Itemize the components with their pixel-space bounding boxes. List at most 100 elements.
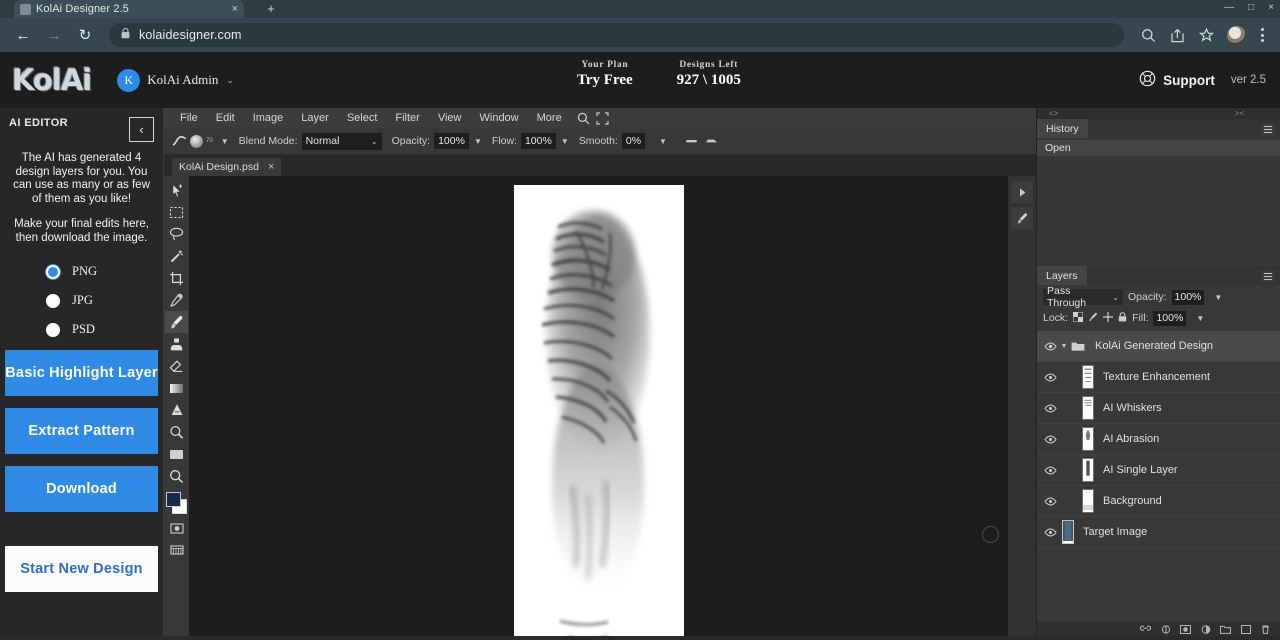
menu-select[interactable]: Select	[338, 108, 387, 128]
layer-opacity-input[interactable]: 100%	[1172, 290, 1205, 305]
lasso-tool[interactable]	[165, 223, 188, 245]
opacity-input[interactable]: 100%	[434, 133, 469, 149]
table-row[interactable]: AI Whiskers	[1037, 393, 1280, 424]
table-row[interactable]: ▼ KolAi Generated Design	[1037, 331, 1280, 362]
menu-image[interactable]: Image	[244, 108, 293, 128]
eye-icon[interactable]	[1043, 435, 1058, 444]
radio-jpg[interactable]	[46, 294, 60, 308]
layer-mask-icon[interactable]	[1180, 625, 1191, 634]
lock-position-icon[interactable]	[1103, 309, 1113, 327]
search-icon[interactable]	[1141, 28, 1156, 43]
close-icon[interactable]: ×	[268, 161, 274, 173]
panel-menu-icon[interactable]	[1262, 269, 1274, 287]
layer-style-icon[interactable]	[1160, 625, 1171, 634]
eraser-tool[interactable]	[165, 355, 188, 377]
gradient-tool[interactable]	[165, 377, 188, 399]
chevron-down-icon[interactable]: ⌄	[226, 75, 234, 86]
smooth-caret-icon[interactable]: ▼	[659, 137, 667, 146]
tab-layers[interactable]: Layers	[1037, 266, 1087, 285]
browser-tab[interactable]: KolAi Designer 2.5 ×	[14, 0, 244, 18]
fill-input[interactable]: 100%	[1153, 311, 1186, 326]
menu-layer[interactable]: Layer	[292, 108, 338, 128]
eye-icon[interactable]	[1043, 404, 1058, 413]
delete-layer-icon[interactable]	[1260, 625, 1271, 634]
radio-psd[interactable]	[46, 323, 60, 337]
layer-blend-mode-select[interactable]: Pass Through ⌄	[1043, 289, 1123, 305]
new-tab-button[interactable]: +	[258, 1, 284, 18]
canvas-area[interactable]	[189, 176, 1008, 636]
eyedropper-tool[interactable]	[165, 289, 188, 311]
screen-mode-tool[interactable]	[165, 539, 188, 561]
eye-icon[interactable]	[1043, 342, 1058, 351]
quick-mask-tool[interactable]	[165, 517, 188, 539]
basic-highlight-layer-button[interactable]: Basic Highlight Layer	[5, 350, 158, 396]
zoom-tool[interactable]	[165, 465, 188, 487]
new-group-icon[interactable]	[1220, 625, 1231, 634]
forward-button[interactable]: →	[41, 22, 67, 48]
eye-icon[interactable]	[1043, 528, 1058, 537]
adjustments-panel-icon[interactable]	[1011, 207, 1033, 229]
crop-tool[interactable]	[165, 267, 188, 289]
start-new-design-button[interactable]: Start New Design	[5, 546, 158, 592]
format-option-png[interactable]: PNG	[46, 264, 163, 279]
move-tool[interactable]	[165, 179, 188, 201]
lock-transparency-icon[interactable]	[1073, 309, 1083, 327]
design-canvas[interactable]	[514, 185, 684, 636]
flow-caret-icon[interactable]: ▼	[561, 137, 569, 146]
chevron-down-icon[interactable]: ▼	[1058, 343, 1070, 350]
foreground-color-swatch[interactable]	[166, 492, 181, 507]
table-row[interactable]: Background	[1037, 486, 1280, 517]
layer-opacity-caret-icon[interactable]: ▼	[1214, 293, 1222, 302]
reload-button[interactable]: ↻	[72, 22, 98, 48]
brush-tool[interactable]	[165, 311, 188, 333]
share-icon[interactable]	[1170, 28, 1185, 43]
maximize-icon[interactable]: □	[1248, 2, 1254, 13]
link-layers-icon[interactable]	[1140, 625, 1151, 634]
color-swatches[interactable]	[165, 491, 188, 517]
new-layer-icon[interactable]	[1240, 625, 1251, 634]
brush-preset-picker[interactable]: 70 ▼	[172, 134, 229, 148]
dodge-tool[interactable]	[165, 421, 188, 443]
menu-edit[interactable]: Edit	[207, 108, 244, 128]
eye-icon[interactable]	[1043, 373, 1058, 382]
menu-more[interactable]: More	[528, 108, 571, 128]
extract-pattern-button[interactable]: Extract Pattern	[5, 408, 158, 454]
tab-history[interactable]: History	[1037, 119, 1088, 138]
close-icon[interactable]: ×	[232, 3, 238, 15]
panel-menu-icon[interactable]	[1262, 122, 1274, 140]
flow-input[interactable]: 100%	[521, 133, 556, 149]
back-button[interactable]: ←	[10, 22, 36, 48]
menu-window[interactable]: Window	[471, 108, 528, 128]
window-close-icon[interactable]: ×	[1268, 2, 1274, 13]
minimize-icon[interactable]: —	[1224, 2, 1234, 13]
smooth-input[interactable]: 0%	[622, 133, 645, 149]
table-row[interactable]: Target Image	[1037, 517, 1280, 548]
format-option-psd[interactable]: PSD	[46, 322, 163, 337]
support-button[interactable]: Support	[1139, 70, 1215, 90]
expand-panels-button[interactable]	[1011, 181, 1033, 203]
fullscreen-icon[interactable]	[596, 112, 609, 125]
menu-view[interactable]: View	[429, 108, 471, 128]
table-row[interactable]: AI Abrasion	[1037, 424, 1280, 455]
blur-tool[interactable]	[165, 399, 188, 421]
bookmark-star-icon[interactable]	[1199, 28, 1214, 43]
collapse-panel-button[interactable]: ‹	[129, 117, 154, 142]
download-button[interactable]: Download	[5, 466, 158, 512]
eye-icon[interactable]	[1043, 466, 1058, 475]
url-bar[interactable]: kolaidesigner.com	[109, 23, 1124, 47]
table-row[interactable]: Texture Enhancement	[1037, 362, 1280, 393]
rectangular-marquee-tool[interactable]	[165, 201, 188, 223]
shape-tool[interactable]	[165, 443, 188, 465]
format-option-jpg[interactable]: JPG	[46, 293, 163, 308]
adjustment-layer-icon[interactable]	[1200, 625, 1211, 634]
radio-png[interactable]	[46, 265, 60, 279]
magic-wand-tool[interactable]	[165, 245, 188, 267]
chevron-down-icon[interactable]: ▼	[221, 137, 229, 146]
fill-caret-icon[interactable]: ▼	[1196, 314, 1204, 323]
search-icon[interactable]	[577, 112, 590, 125]
document-tab[interactable]: KolAi Design.psd ×	[172, 158, 281, 176]
stamp-tool[interactable]	[165, 333, 188, 355]
table-row[interactable]: AI Single Layer	[1037, 455, 1280, 486]
menu-file[interactable]: File	[171, 108, 207, 128]
browser-menu-icon[interactable]	[1254, 28, 1270, 42]
